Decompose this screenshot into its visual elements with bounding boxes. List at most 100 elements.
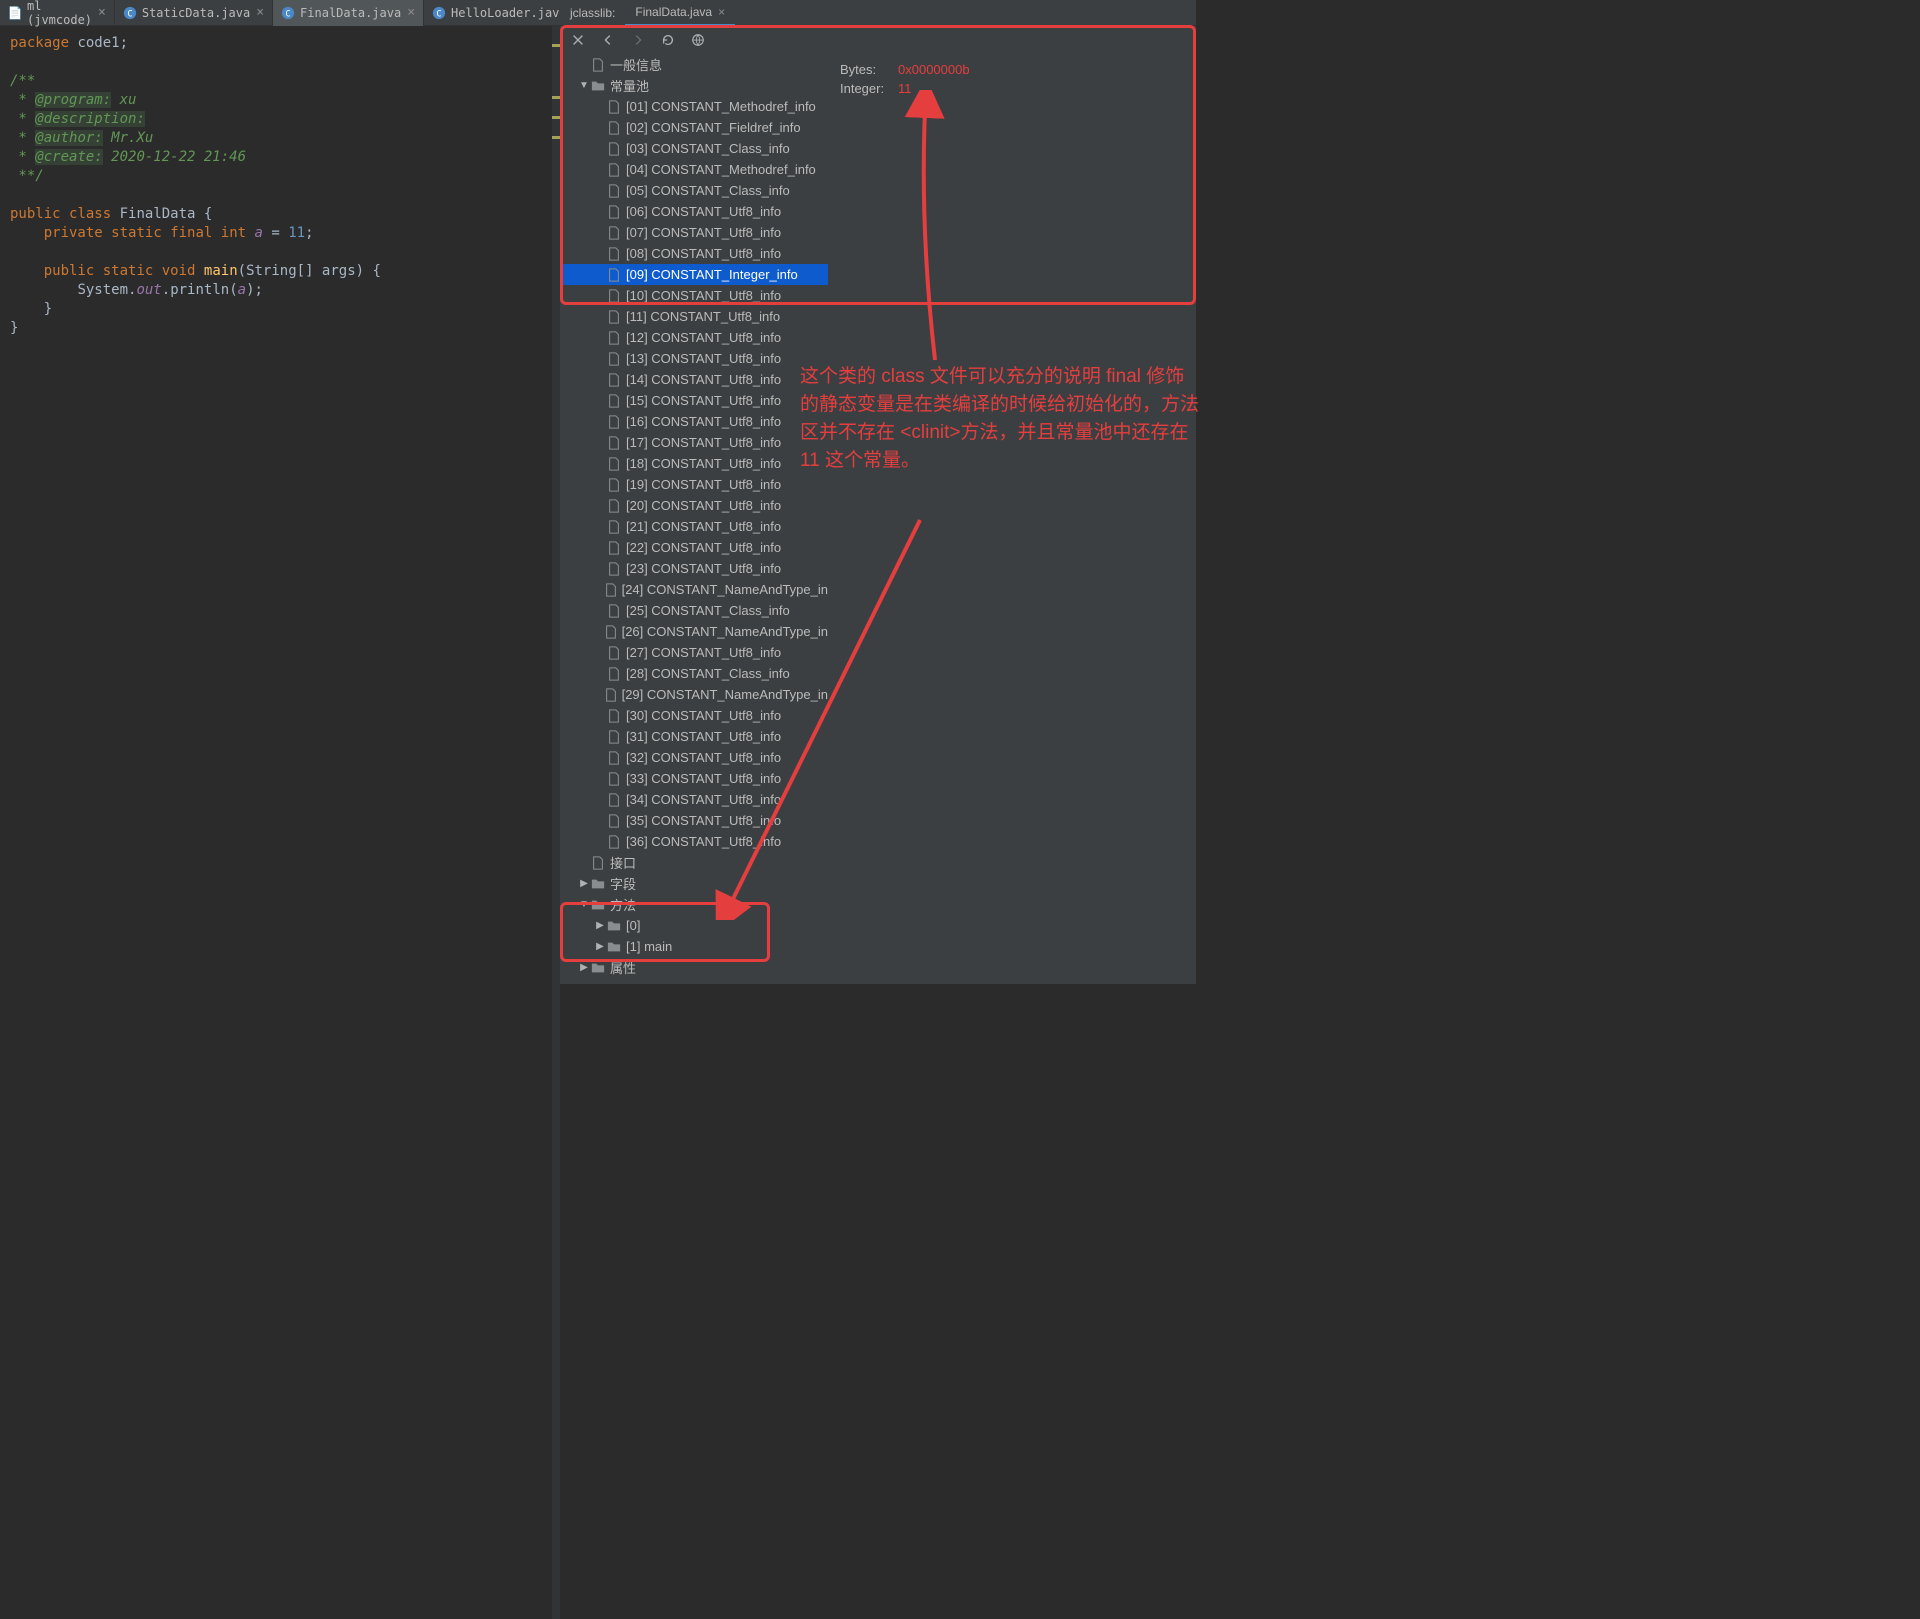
- tree-const-item[interactable]: [28] CONSTANT_Class_info: [560, 663, 828, 684]
- close-icon[interactable]: ×: [98, 5, 106, 20]
- tree-item-label: 一般信息: [610, 55, 662, 74]
- tree-const-item[interactable]: [30] CONSTANT_Utf8_info: [560, 705, 828, 726]
- back-button[interactable]: [600, 32, 616, 48]
- svg-text:C: C: [285, 9, 290, 19]
- editor-tab-label: HelloLoader.java: [451, 6, 567, 20]
- file-icon: [606, 120, 622, 136]
- tree-item-label: [17] CONSTANT_Utf8_info: [626, 435, 781, 450]
- tree-const-item[interactable]: [29] CONSTANT_NameAndType_in: [560, 684, 828, 705]
- file-icon: [604, 687, 618, 703]
- integer-label: Integer:: [840, 81, 890, 96]
- file-icon: [606, 456, 622, 472]
- tree-item-label: [21] CONSTANT_Utf8_info: [626, 519, 781, 534]
- tree-method-item[interactable]: ▶[0]: [560, 915, 828, 936]
- file-icon: [606, 351, 622, 367]
- file-icon: [606, 183, 622, 199]
- tree-const-item[interactable]: [26] CONSTANT_NameAndType_in: [560, 621, 828, 642]
- close-button[interactable]: [570, 32, 586, 48]
- tree-item-label: [18] CONSTANT_Utf8_info: [626, 456, 781, 471]
- file-icon: [606, 141, 622, 157]
- tree-const-item[interactable]: [12] CONSTANT_Utf8_info: [560, 327, 828, 348]
- tree-const-item[interactable]: [03] CONSTANT_Class_info: [560, 138, 828, 159]
- editor-tab-label: FinalData.java: [300, 6, 401, 20]
- code-content[interactable]: package code1; /** * @program: xu * @des…: [0, 26, 560, 346]
- tree-item-label: [11] CONSTANT_Utf8_info: [626, 309, 780, 324]
- tree-const-item[interactable]: [13] CONSTANT_Utf8_info: [560, 348, 828, 369]
- close-icon[interactable]: ×: [256, 5, 264, 20]
- tree-item-label: [12] CONSTANT_Utf8_info: [626, 330, 781, 345]
- tree-item-label: [27] CONSTANT_Utf8_info: [626, 645, 781, 660]
- tree-const-item[interactable]: [09] CONSTANT_Integer_info: [560, 264, 828, 285]
- tree-methods[interactable]: ▼方法: [560, 894, 828, 915]
- close-icon[interactable]: ×: [407, 5, 415, 20]
- tree-const-item[interactable]: [18] CONSTANT_Utf8_info: [560, 453, 828, 474]
- tree-const-item[interactable]: [07] CONSTANT_Utf8_info: [560, 222, 828, 243]
- tree-item-label: [26] CONSTANT_NameAndType_in: [622, 624, 828, 639]
- file-icon: [606, 330, 622, 346]
- web-button[interactable]: [690, 32, 706, 48]
- tree-item-label: [0]: [626, 918, 640, 933]
- tree-const-item[interactable]: [23] CONSTANT_Utf8_info: [560, 558, 828, 579]
- file-icon: [606, 834, 622, 850]
- tree-item-label: [31] CONSTANT_Utf8_info: [626, 729, 781, 744]
- tree-const-item[interactable]: [06] CONSTANT_Utf8_info: [560, 201, 828, 222]
- file-icon: [604, 582, 618, 598]
- tree-const-item[interactable]: [11] CONSTANT_Utf8_info: [560, 306, 828, 327]
- tree-const-item[interactable]: [32] CONSTANT_Utf8_info: [560, 747, 828, 768]
- tree-const-item[interactable]: [24] CONSTANT_NameAndType_in: [560, 579, 828, 600]
- tree-const-item[interactable]: [15] CONSTANT_Utf8_info: [560, 390, 828, 411]
- jclasslib-tab[interactable]: FinalData.java ×: [625, 0, 735, 26]
- tree-item-label: [19] CONSTANT_Utf8_info: [626, 477, 781, 492]
- tree-item-label: [33] CONSTANT_Utf8_info: [626, 771, 781, 786]
- close-icon[interactable]: ×: [718, 5, 725, 19]
- tree-const-item[interactable]: [21] CONSTANT_Utf8_info: [560, 516, 828, 537]
- editor-tab[interactable]: 📄 ml (jvmcode) ×: [0, 0, 115, 26]
- tree-item-label: [1] main: [626, 939, 672, 954]
- tree-const-item[interactable]: [20] CONSTANT_Utf8_info: [560, 495, 828, 516]
- editor-tab[interactable]: C StaticData.java ×: [115, 0, 273, 26]
- integer-value: 11: [898, 81, 912, 96]
- refresh-button[interactable]: [660, 32, 676, 48]
- tree-item-label: [32] CONSTANT_Utf8_info: [626, 750, 781, 765]
- tree-item-label: [23] CONSTANT_Utf8_info: [626, 561, 781, 576]
- tree-item-label: 常量池: [610, 76, 649, 95]
- tree-fields[interactable]: ▶字段: [560, 873, 828, 894]
- tree-const-item[interactable]: [22] CONSTANT_Utf8_info: [560, 537, 828, 558]
- tree-constpool[interactable]: ▼常量池: [560, 75, 828, 96]
- tree-const-item[interactable]: [17] CONSTANT_Utf8_info: [560, 432, 828, 453]
- tree-const-item[interactable]: [33] CONSTANT_Utf8_info: [560, 768, 828, 789]
- tree-item-label: [06] CONSTANT_Utf8_info: [626, 204, 781, 219]
- tree-const-item[interactable]: [01] CONSTANT_Methodref_info: [560, 96, 828, 117]
- bytes-value: 0x0000000b: [898, 62, 970, 77]
- forward-button[interactable]: [630, 32, 646, 48]
- tree-const-item[interactable]: [35] CONSTANT_Utf8_info: [560, 810, 828, 831]
- tree-const-item[interactable]: [10] CONSTANT_Utf8_info: [560, 285, 828, 306]
- tree-const-item[interactable]: [19] CONSTANT_Utf8_info: [560, 474, 828, 495]
- tree-const-item[interactable]: [25] CONSTANT_Class_info: [560, 600, 828, 621]
- file-icon: [606, 414, 622, 430]
- jclasslib-toolbar: [560, 26, 1196, 54]
- tree-const-item[interactable]: [36] CONSTANT_Utf8_info: [560, 831, 828, 852]
- tree-const-item[interactable]: [27] CONSTANT_Utf8_info: [560, 642, 828, 663]
- tree-const-item[interactable]: [04] CONSTANT_Methodref_info: [560, 159, 828, 180]
- file-icon: [590, 876, 606, 892]
- tree-const-item[interactable]: [02] CONSTANT_Fieldref_info: [560, 117, 828, 138]
- tree-const-item[interactable]: [16] CONSTANT_Utf8_info: [560, 411, 828, 432]
- tree-interfaces[interactable]: 接口: [560, 852, 828, 873]
- file-icon: [606, 204, 622, 220]
- tree-item-label: [09] CONSTANT_Integer_info: [626, 267, 798, 282]
- file-icon: [606, 288, 622, 304]
- tree-const-item[interactable]: [31] CONSTANT_Utf8_info: [560, 726, 828, 747]
- tree-const-item[interactable]: [08] CONSTANT_Utf8_info: [560, 243, 828, 264]
- tree-const-item[interactable]: [05] CONSTANT_Class_info: [560, 180, 828, 201]
- file-icon: [590, 960, 606, 976]
- tree-const-item[interactable]: [14] CONSTANT_Utf8_info: [560, 369, 828, 390]
- tree-method-item[interactable]: ▶[1] main: [560, 936, 828, 957]
- svg-text:C: C: [436, 9, 441, 19]
- editor-tab[interactable]: C FinalData.java ×: [273, 0, 424, 26]
- tree-item-label: [25] CONSTANT_Class_info: [626, 603, 790, 618]
- file-icon: [590, 57, 606, 73]
- tree-attributes[interactable]: ▶属性: [560, 957, 828, 978]
- tree-const-item[interactable]: [34] CONSTANT_Utf8_info: [560, 789, 828, 810]
- tree-general[interactable]: 一般信息: [560, 54, 828, 75]
